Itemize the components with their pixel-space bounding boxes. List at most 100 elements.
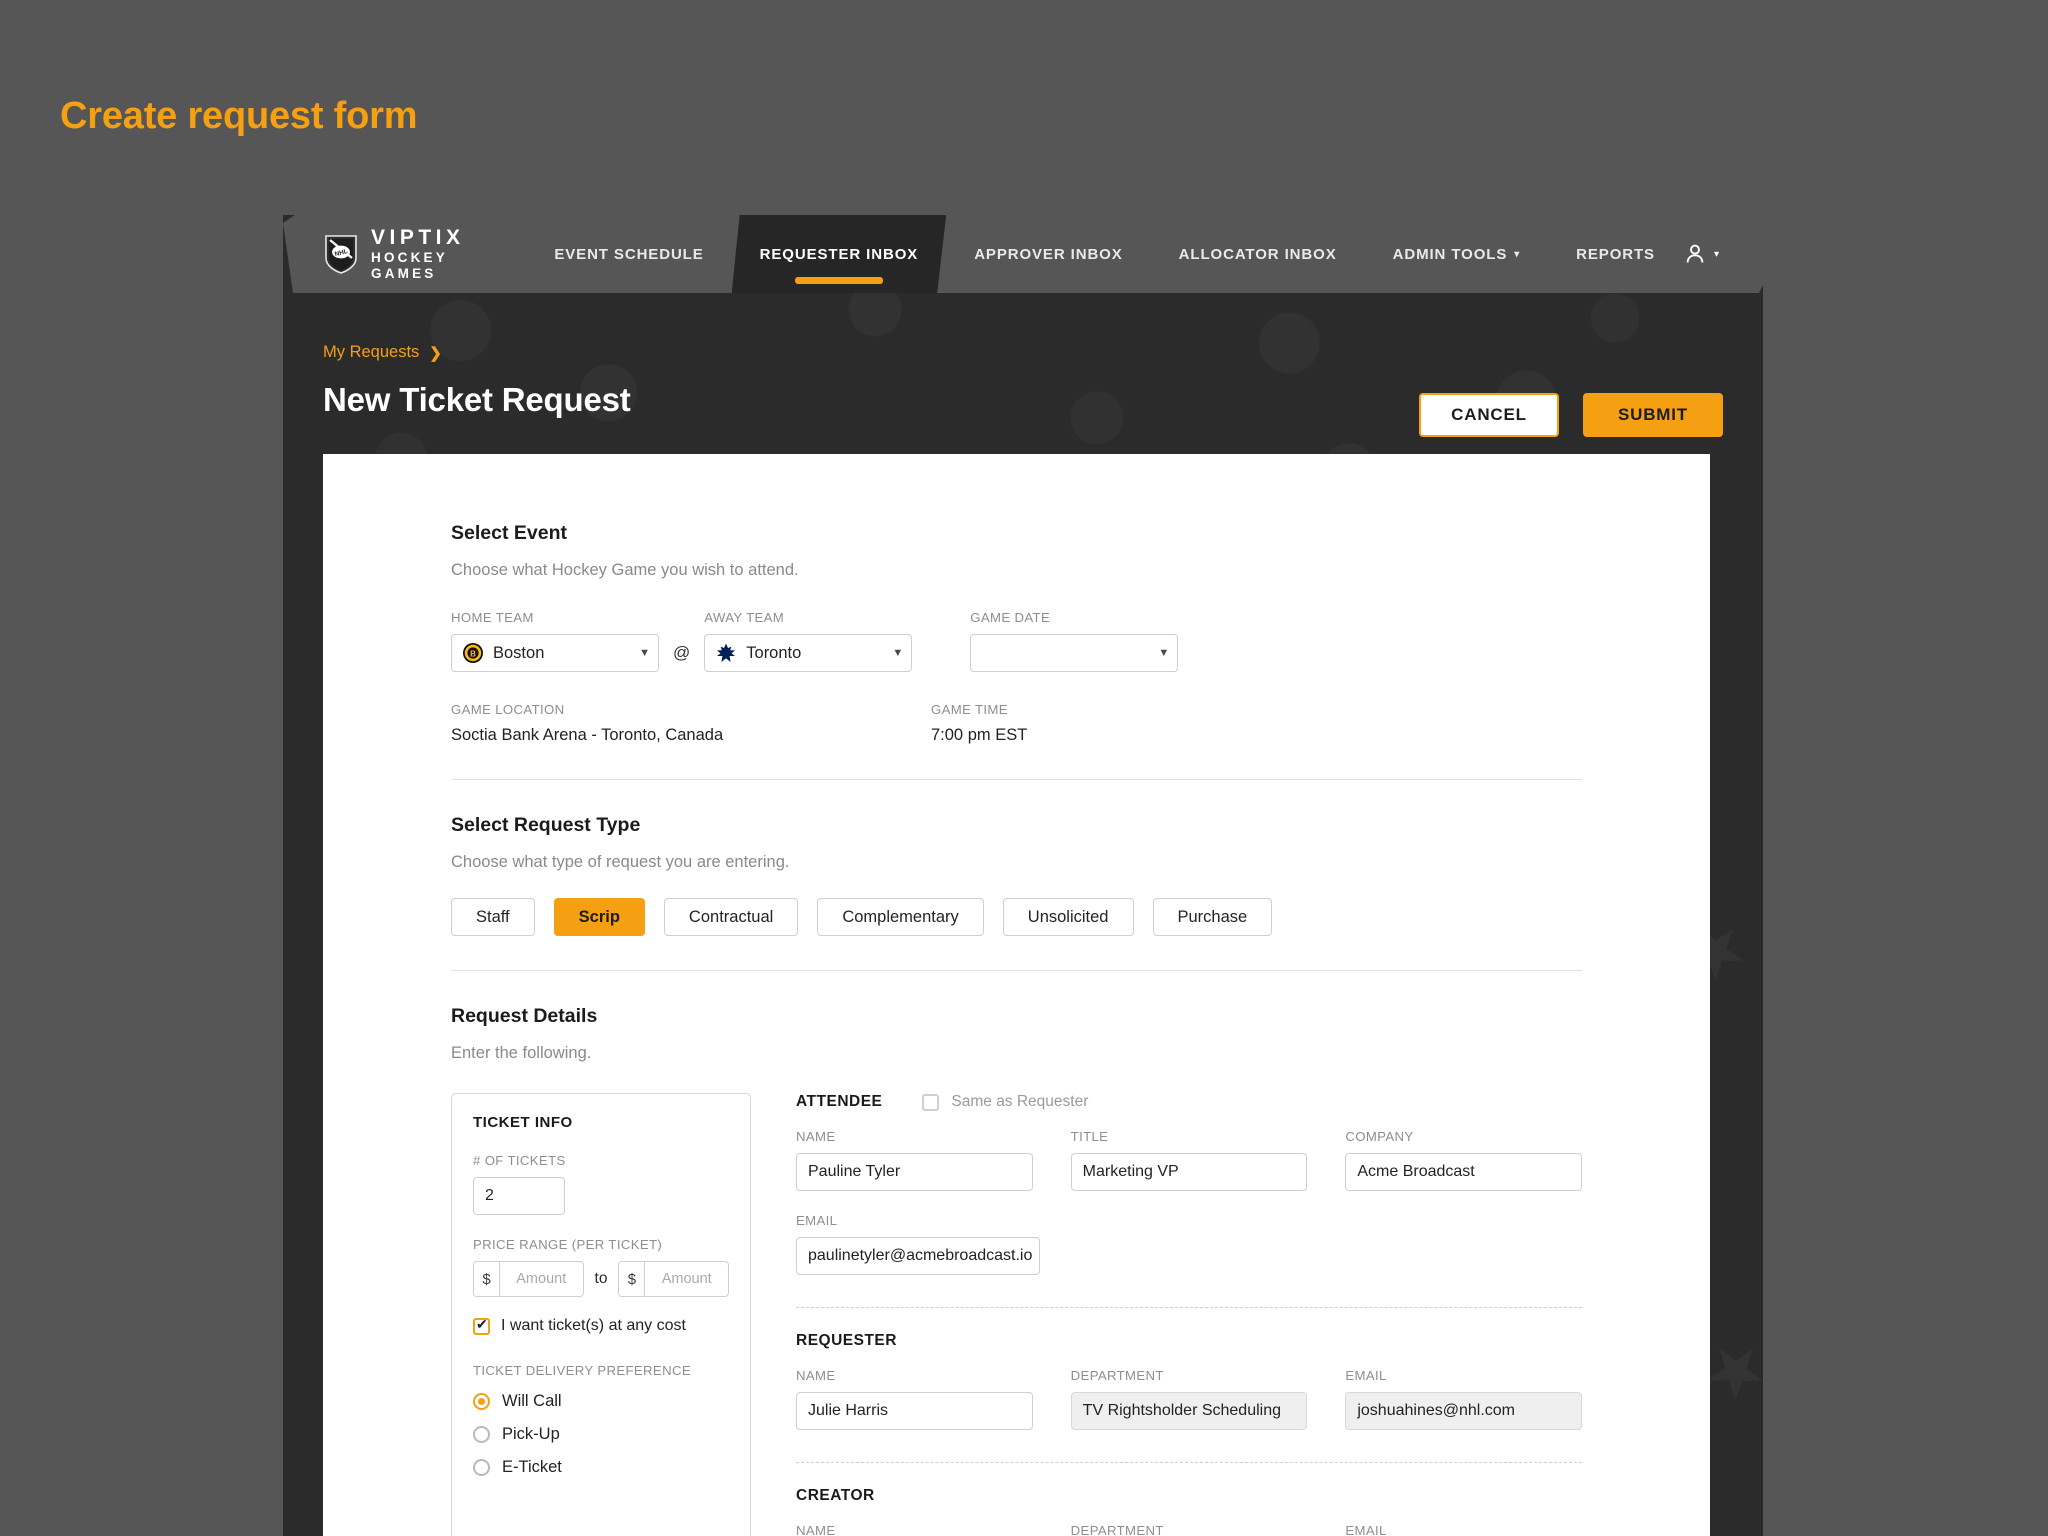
nav-item-requester-inbox[interactable]: REQUESTER INBOX	[732, 215, 947, 293]
requester-header: REQUESTER	[796, 1332, 1582, 1350]
brand-name: VIPTIX	[371, 226, 465, 250]
select-event-section: Select Event Choose what Hockey Game you…	[451, 522, 1582, 745]
game-date-select[interactable]: ▼	[970, 634, 1179, 672]
creator-name-label: NAME	[796, 1523, 836, 1536]
num-tickets-label: # OF TICKETS	[473, 1153, 566, 1168]
delivery-option-e-ticket[interactable]: E-Ticket	[473, 1458, 729, 1477]
creator-email-label: EMAIL	[1345, 1523, 1387, 1536]
ticket-info-heading: TICKET INFO	[473, 1114, 573, 1131]
attendee-company-input[interactable]: Acme Broadcast	[1345, 1153, 1583, 1191]
nhl-shield-icon: NHL	[325, 235, 357, 274]
nav-label: EVENT SCHEDULE	[554, 245, 704, 263]
creator-heading: CREATOR	[796, 1487, 875, 1504]
delivery-option-pick-up[interactable]: Pick-Up	[473, 1425, 729, 1444]
submit-button[interactable]: SUBMIT	[1583, 393, 1723, 437]
brand-text: VIPTIX HOCKEY GAMES	[371, 226, 478, 282]
requester-name-label: NAME	[796, 1368, 836, 1383]
chevron-down-icon: ▼	[892, 647, 904, 659]
attendee-title-value: Marketing VP	[1082, 1163, 1179, 1180]
price-range-row: $ Amount to $ Amount	[473, 1261, 729, 1297]
requester-group: REQUESTER NAME Julie Harris DEPARTMENT T…	[796, 1332, 1583, 1430]
home-team-select[interactable]: B Boston ▼	[451, 634, 659, 672]
maple-leafs-logo-icon	[717, 643, 736, 662]
game-info-row: GAME LOCATION Soctia Bank Arena - Toront…	[451, 702, 1582, 745]
attendee-name-field: NAME Pauline Tyler	[796, 1129, 1033, 1191]
attendee-email-field: EMAIL paulinetyler@acmebroadcast.io	[796, 1213, 1040, 1275]
radio-pick-up[interactable]	[473, 1426, 490, 1443]
nav-item-event-schedule[interactable]: EVENT SCHEDULE	[526, 215, 731, 293]
price-max-placeholder: Amount	[661, 1271, 712, 1287]
nav-label: REPORTS	[1576, 245, 1655, 263]
home-team-field: HOME TEAM B Boston ▼	[451, 610, 659, 672]
delivery-preference-group: TICKET DELIVERY PREFERENCE Will Call Pic…	[473, 1363, 729, 1477]
attendee-email-input[interactable]: paulinetyler@acmebroadcast.io	[796, 1237, 1040, 1275]
any-cost-checkbox-row[interactable]: I want ticket(s) at any cost	[473, 1317, 729, 1335]
requester-name-input[interactable]: Julie Harris	[796, 1392, 1033, 1430]
radio-e-ticket[interactable]	[473, 1459, 490, 1476]
page-title: New Ticket Request	[323, 381, 631, 418]
requester-department-value: TV Rightsholder Scheduling	[1082, 1402, 1282, 1419]
game-location-value: Soctia Bank Arena - Toronto, Canada	[451, 726, 724, 744]
section-subtitle: Choose what type of request you are ente…	[451, 853, 790, 871]
any-cost-checkbox[interactable]	[473, 1317, 490, 1335]
nav-item-reports[interactable]: REPORTS	[1548, 215, 1683, 293]
requester-email-input: joshuahines@nhl.com	[1345, 1392, 1583, 1430]
chevron-down-icon: ▾	[1713, 248, 1719, 260]
user-menu[interactable]: ▾	[1683, 242, 1719, 266]
creator-header: CREATOR	[796, 1487, 1582, 1505]
delivery-option-label: Will Call	[502, 1392, 562, 1410]
price-max-input[interactable]: $ Amount	[618, 1261, 729, 1297]
attendee-company-field: COMPANY Acme Broadcast	[1345, 1129, 1583, 1191]
breadcrumb[interactable]: My Requests ❯	[323, 343, 442, 362]
app-window: ★ ★ ★ ★ ★ ★ ★ ★ NHL VIPTIX HOCKEY GAMES …	[283, 215, 1763, 1536]
requester-name-value: Julie Harris	[808, 1402, 889, 1419]
home-team-label: HOME TEAM	[451, 610, 534, 625]
game-date-field: GAME DATE ▼	[970, 610, 1179, 672]
nav-item-approver-inbox[interactable]: APPROVER INBOX	[946, 215, 1150, 293]
game-time-field: GAME TIME 7:00 pm EST	[931, 702, 1027, 745]
creator-email-field: EMAIL JulieHarris@nhl.com	[1345, 1523, 1582, 1536]
away-team-select[interactable]: Toronto ▼	[704, 634, 913, 672]
attendee-name-label: NAME	[796, 1129, 836, 1144]
creator-fields-row: NAME Julie Harris DEPARTMENT TV Rightsho…	[796, 1523, 1582, 1536]
game-location-label: GAME LOCATION	[451, 702, 565, 717]
attendee-name-input[interactable]: Pauline Tyler	[796, 1153, 1033, 1191]
slide-title: Create request form	[60, 95, 418, 137]
section-divider	[451, 779, 1582, 780]
creator-group: CREATOR NAME Julie Harris DEPARTMENT TV …	[796, 1487, 1582, 1536]
nav-label: ALLOCATOR INBOX	[1178, 245, 1337, 263]
request-type-scrip[interactable]: Scrip	[553, 898, 645, 936]
request-type-staff[interactable]: Staff	[451, 898, 535, 936]
brand-logo[interactable]: NHL VIPTIX HOCKEY GAMES	[323, 226, 478, 282]
requester-fields-row: NAME Julie Harris DEPARTMENT TV Rightsho…	[796, 1368, 1583, 1430]
nav-item-admin-tools[interactable]: ADMIN TOOLS ▾	[1365, 215, 1549, 293]
request-type-unsolicited[interactable]: Unsolicited	[1002, 898, 1134, 936]
game-time-label: GAME TIME	[931, 702, 1008, 717]
attendee-name-value: Pauline Tyler	[808, 1163, 901, 1180]
same-as-requester-label: Same as Requester	[951, 1093, 1089, 1110]
same-as-requester-checkbox[interactable]	[922, 1093, 940, 1111]
creator-department-label: DEPARTMENT	[1070, 1523, 1164, 1536]
cancel-button[interactable]: CANCEL	[1419, 393, 1559, 437]
radio-will-call[interactable]	[473, 1393, 490, 1410]
bruins-logo-icon: B	[463, 643, 483, 663]
home-team-value: Boston	[493, 643, 545, 662]
request-type-complementary[interactable]: Complementary	[817, 898, 984, 936]
attendee-email-value: paulinetyler@acmebroadcast.io	[808, 1247, 1033, 1264]
nav-label: REQUESTER INBOX	[759, 245, 919, 263]
num-tickets-input[interactable]: 2	[473, 1177, 565, 1215]
request-details-body: TICKET INFO # OF TICKETS 2 PRICE RANGE (…	[451, 1093, 1583, 1536]
request-type-purchase[interactable]: Purchase	[1152, 898, 1273, 936]
requester-email-field: EMAIL joshuahines@nhl.com	[1345, 1368, 1583, 1430]
brand-tagline: HOCKEY GAMES	[371, 249, 448, 281]
attendee-title-input[interactable]: Marketing VP	[1070, 1153, 1308, 1191]
same-as-requester-row[interactable]: Same as Requester	[922, 1093, 1088, 1111]
request-details-section: Request Details Enter the following. TIC…	[451, 1005, 1583, 1536]
event-selection-row: HOME TEAM B Boston ▼ @ AWAY TEAM Toronto…	[451, 610, 1582, 672]
delivery-option-will-call[interactable]: Will Call	[473, 1392, 729, 1411]
requester-email-label: EMAIL	[1345, 1368, 1387, 1383]
nav-item-allocator-inbox[interactable]: ALLOCATOR INBOX	[1151, 215, 1365, 293]
request-type-contractual[interactable]: Contractual	[663, 898, 799, 936]
price-min-input[interactable]: $ Amount	[473, 1261, 584, 1297]
requester-name-field: NAME Julie Harris	[796, 1368, 1033, 1430]
